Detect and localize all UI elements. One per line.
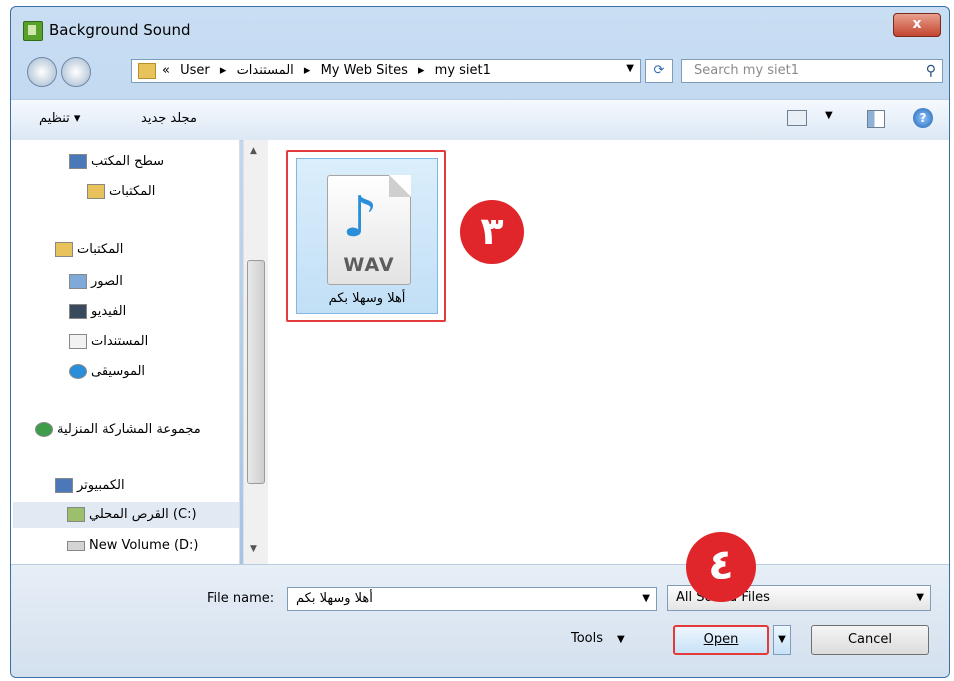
nav-scrollbar[interactable]: ▲ ▼ <box>243 140 268 564</box>
nav-item-volume-d[interactable]: New Volume (D:) <box>63 538 199 553</box>
address-bar[interactable]: « User ▸ المستندات ▸ My Web Sites ▸ my s… <box>131 59 641 83</box>
breadcrumb-separator[interactable]: ▸ <box>304 63 311 78</box>
computer-icon <box>55 478 73 493</box>
nav-item-libraries[interactable]: المكتبات <box>51 242 123 257</box>
organize-button[interactable]: تنظيم ▾ <box>39 111 80 126</box>
videos-icon <box>69 304 87 319</box>
pictures-icon <box>69 274 87 289</box>
homegroup-icon <box>35 422 53 437</box>
chevron-down-icon[interactable]: ▼ <box>626 63 634 74</box>
nav-item-homegroup[interactable]: مجموعة المشاركة المنزلية <box>31 422 201 437</box>
drive-icon <box>67 540 85 551</box>
search-placeholder: Search my siet1 <box>694 63 800 78</box>
chevron-down-icon[interactable]: ▼ <box>916 586 924 610</box>
scroll-thumb[interactable] <box>247 260 265 484</box>
command-toolbar: تنظيم ▾ مجلد جديد ▼ ? <box>11 99 949 141</box>
chevron-down-icon: ▼ <box>617 634 625 645</box>
nav-item-computer[interactable]: الكمبيوتر <box>51 478 125 493</box>
title-bar: Background Sound x <box>11 7 949 47</box>
step-badge-3: ٣ <box>460 200 524 264</box>
breadcrumb-separator[interactable]: ▸ <box>220 63 227 78</box>
breadcrumb-my-siet1[interactable]: my siet1 <box>435 63 491 78</box>
breadcrumb-documents[interactable]: المستندات <box>237 63 294 78</box>
file-name-label: File name: <box>207 591 275 606</box>
file-name-value: أهلا وسهلا بكم <box>296 591 373 606</box>
breadcrumb-overflow[interactable]: « <box>162 63 170 78</box>
open-options-dropdown[interactable]: ▼ <box>773 625 791 655</box>
open-button[interactable]: Open <box>673 625 769 655</box>
cancel-button[interactable]: Cancel <box>811 625 929 655</box>
chevron-down-icon[interactable]: ▼ <box>825 110 833 121</box>
refresh-button[interactable]: ⟳ <box>645 59 673 83</box>
documents-icon <box>69 334 87 349</box>
nav-item-music[interactable]: الموسيقى <box>65 364 145 379</box>
tools-button[interactable]: Tools ▼ <box>571 631 625 646</box>
breadcrumb-user[interactable]: User <box>180 63 210 78</box>
search-icon: ⚲ <box>925 63 936 79</box>
forward-button[interactable] <box>61 57 91 87</box>
file-item-wav[interactable]: ♪ WAV أهلا وسهلا بكم <box>286 150 446 322</box>
wav-file-icon: ♪ WAV <box>327 175 411 285</box>
step-badge-4: ٤ <box>686 532 756 602</box>
view-icon[interactable] <box>787 110 807 126</box>
preview-pane-icon[interactable] <box>867 110 885 128</box>
navigation-pane: سطح المكتب المكتبات المكتبات الصور الفيد… <box>11 140 240 564</box>
close-button[interactable]: x <box>893 13 941 37</box>
libraries-icon <box>55 242 73 257</box>
file-name-field[interactable]: أهلا وسهلا بكم ▼ <box>287 587 657 611</box>
scroll-up-icon[interactable]: ▲ <box>250 146 257 156</box>
file-name: أهلا وسهلا بكم <box>328 291 406 306</box>
open-dialog: Background Sound x « User ▸ المستندات ▸ … <box>10 6 950 678</box>
dialog-footer: File name: أهلا وسهلا بكم ▼ All Sound Fi… <box>11 564 949 677</box>
nav-item-pictures[interactable]: الصور <box>65 274 123 289</box>
help-icon[interactable]: ? <box>913 108 933 128</box>
file-list: ♪ WAV أهلا وسهلا بكم <box>268 140 949 564</box>
libraries-icon <box>87 184 105 199</box>
nav-item-videos[interactable]: الفيديو <box>65 304 126 319</box>
breadcrumb-separator[interactable]: ▸ <box>418 63 425 78</box>
scroll-down-icon[interactable]: ▼ <box>250 544 257 554</box>
chevron-down-icon[interactable]: ▼ <box>642 588 650 610</box>
back-button[interactable] <box>27 57 57 87</box>
folder-icon <box>138 63 156 79</box>
drive-icon <box>67 507 85 522</box>
search-input[interactable]: Search my siet1 ⚲ <box>681 59 943 83</box>
nav-item-desktop[interactable]: سطح المكتب <box>65 154 164 169</box>
desktop-icon <box>69 154 87 169</box>
address-row: « User ▸ المستندات ▸ My Web Sites ▸ my s… <box>11 49 949 89</box>
app-icon <box>23 21 43 41</box>
nav-item-local-disk-c[interactable]: القرص المحلي (C:) <box>13 502 239 528</box>
window-title: Background Sound <box>49 21 191 39</box>
music-icon <box>69 364 87 379</box>
file-selection: ♪ WAV أهلا وسهلا بكم <box>296 158 438 314</box>
new-folder-button[interactable]: مجلد جديد <box>141 111 197 126</box>
breadcrumb: « User ▸ المستندات ▸ My Web Sites ▸ my s… <box>162 63 497 78</box>
file-type-label: WAV <box>343 254 395 276</box>
breadcrumb-my-web-sites[interactable]: My Web Sites <box>321 63 408 78</box>
music-note-icon: ♪ <box>342 185 378 250</box>
nav-item-documents[interactable]: المستندات <box>65 334 148 349</box>
nav-item-libraries[interactable]: المكتبات <box>83 184 155 199</box>
